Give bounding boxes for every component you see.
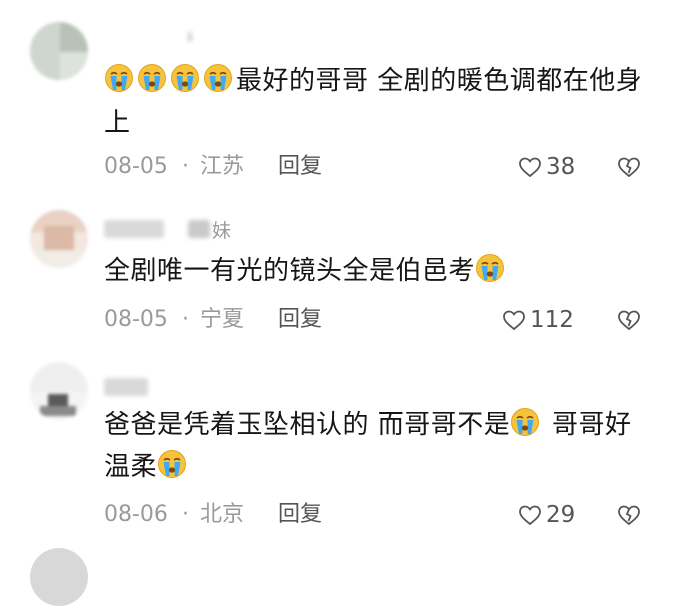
broken-heart-icon[interactable] bbox=[616, 307, 642, 333]
avatar[interactable] bbox=[30, 22, 88, 80]
username-blurred bbox=[104, 220, 164, 238]
crying-emoji bbox=[511, 408, 540, 436]
username-blurred bbox=[188, 32, 192, 42]
meta-separator: · bbox=[182, 307, 189, 332]
comment-text: 全剧唯一有光的镜头全是伯邑考 bbox=[104, 250, 654, 292]
comment-text: 爸爸是凭着玉坠相认的 而哥哥不是 哥哥好温柔 bbox=[104, 404, 654, 488]
comment-date: 08-06 bbox=[104, 502, 168, 527]
username-blurred bbox=[104, 378, 148, 396]
crying-emoji bbox=[105, 64, 133, 92]
comment-location: 北京 bbox=[200, 502, 245, 527]
heart-outline-icon bbox=[519, 157, 541, 178]
next-comment-avatar[interactable] bbox=[30, 548, 88, 606]
meta-separator: · bbox=[182, 154, 189, 179]
username[interactable]: 妹 bbox=[104, 218, 232, 242]
broken-heart-icon[interactable] bbox=[616, 154, 642, 180]
comment-location: 宁夏 bbox=[200, 307, 245, 332]
avatar[interactable] bbox=[30, 210, 88, 268]
heart-outline-icon bbox=[519, 505, 541, 526]
reply-button[interactable]: 回复 bbox=[278, 500, 322, 530]
crying-emoji bbox=[476, 254, 505, 282]
meta-separator: · bbox=[182, 502, 189, 527]
comment-text-segment: 爸爸是凭着玉坠相认的 而哥哥不是 bbox=[104, 410, 511, 440]
username[interactable] bbox=[104, 376, 148, 398]
username-blurred bbox=[188, 220, 210, 238]
comment-date: 08-05 bbox=[104, 154, 168, 179]
comment-location: 江苏 bbox=[200, 154, 245, 179]
like-button[interactable]: 29 bbox=[518, 500, 575, 530]
comment-date: 08-05 bbox=[104, 307, 168, 332]
crying-emoji bbox=[158, 450, 187, 478]
crying-emoji bbox=[138, 64, 166, 92]
username-suffix: 妹 bbox=[212, 219, 232, 242]
avatar[interactable] bbox=[30, 362, 88, 420]
comment-meta: 08-05 · 江苏 回复 38 bbox=[104, 152, 674, 182]
like-button[interactable]: 112 bbox=[502, 305, 574, 335]
crying-emoji bbox=[204, 64, 232, 92]
reply-button[interactable]: 回复 bbox=[278, 305, 322, 335]
comment-meta: 08-06 · 北京 回复 29 bbox=[104, 500, 674, 530]
comment-text: 最好的哥哥 全剧的暖色调都在他身上 bbox=[104, 60, 654, 144]
like-count: 112 bbox=[530, 307, 574, 333]
like-count: 38 bbox=[546, 154, 576, 180]
comment-text-segment: 全剧唯一有光的镜头全是伯邑考 bbox=[104, 256, 476, 286]
like-count: 29 bbox=[546, 502, 576, 528]
like-button[interactable]: 38 bbox=[518, 152, 575, 182]
heart-outline-icon bbox=[503, 310, 525, 331]
comment-meta: 08-05 · 宁夏 回复 112 bbox=[104, 305, 674, 335]
reply-button[interactable]: 回复 bbox=[278, 152, 322, 182]
broken-heart-icon[interactable] bbox=[616, 502, 642, 528]
crying-emoji bbox=[171, 64, 199, 92]
username[interactable] bbox=[104, 26, 192, 48]
